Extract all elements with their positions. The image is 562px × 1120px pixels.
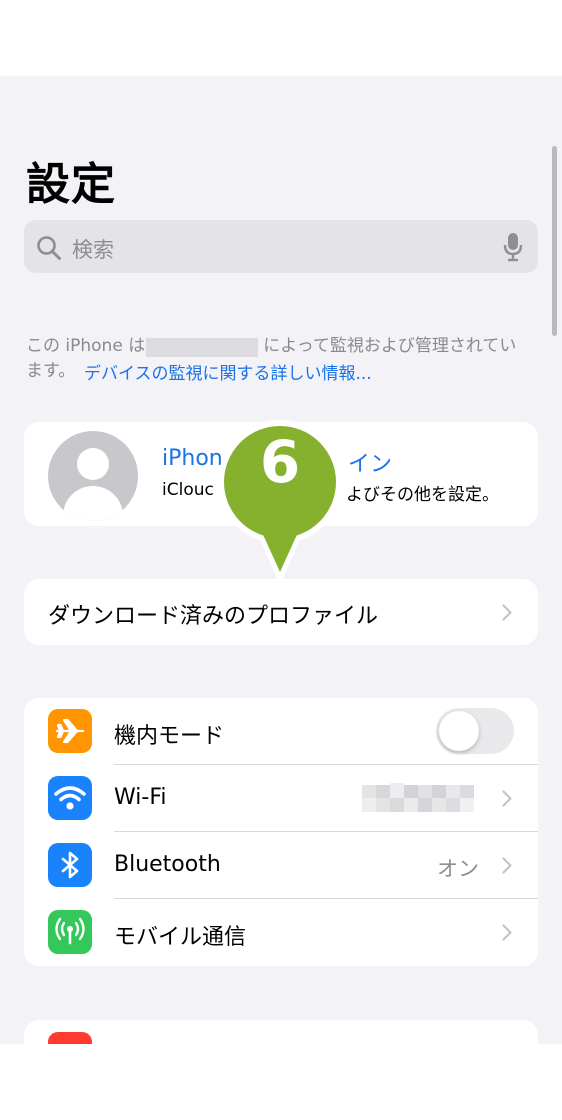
chevron-right-icon (502, 857, 512, 874)
supervision-prefix: この iPhone は (26, 336, 146, 356)
sign-in-title: iPhon イン (162, 446, 393, 477)
cellular-label: モバイル通信 (114, 925, 247, 950)
step-callout-number: 6 (259, 428, 301, 496)
airplane-mode-row: 機内モード (24, 698, 538, 765)
wifi-network-redacted (362, 783, 474, 812)
airplane-icon (48, 709, 92, 753)
cellular-row[interactable]: モバイル通信 (24, 899, 538, 966)
bluetooth-icon (48, 843, 92, 887)
chevron-right-icon (502, 790, 512, 807)
notifications-icon (48, 1032, 92, 1044)
sign-in-subtitle: iClouc よびその他を設定。 (162, 480, 499, 505)
airplane-mode-toggle[interactable] (436, 708, 514, 754)
supervision-info-link[interactable]: デバイスの監視に関する詳しい情報... (84, 359, 372, 384)
microphone-icon[interactable] (503, 232, 523, 262)
page-title: 設定 (26, 159, 116, 210)
chevron-right-icon (502, 924, 512, 941)
search-icon (37, 236, 61, 260)
bluetooth-label: Bluetooth (114, 852, 221, 877)
supervision-suffix: によって監視および管理されてい (263, 336, 517, 356)
supervision-line2: ます。 (26, 361, 76, 381)
wifi-row[interactable]: Wi-Fi (24, 765, 538, 832)
wifi-label: Wi-Fi (114, 785, 167, 810)
connectivity-group: 機内モード Wi-Fi Bluetooth オン モバイル通信 (24, 698, 538, 966)
organization-name-redacted (146, 338, 258, 357)
toggle-knob (439, 711, 479, 751)
downloaded-profile-row[interactable]: ダウンロード済みのプロファイル (24, 579, 538, 645)
chevron-right-icon (502, 604, 512, 621)
bluetooth-status: オン (437, 857, 479, 881)
avatar (48, 431, 138, 521)
search-input[interactable]: 検索 (72, 234, 114, 264)
notifications-group[interactable] (24, 1020, 538, 1044)
airplane-mode-label: 機内モード (114, 724, 225, 749)
bluetooth-row[interactable]: Bluetooth オン (24, 832, 538, 899)
wifi-icon (48, 776, 92, 820)
downloaded-profile-label: ダウンロード済みのプロファイル (48, 604, 379, 629)
cellular-icon (48, 910, 92, 954)
scrollbar[interactable] (552, 146, 557, 336)
